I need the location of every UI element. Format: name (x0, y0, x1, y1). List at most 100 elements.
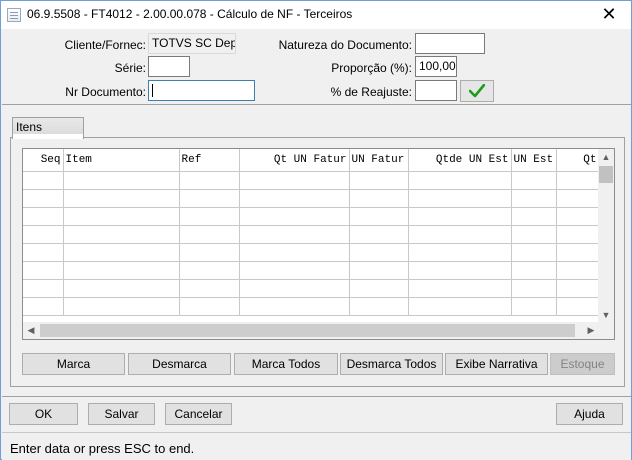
table-row[interactable] (23, 297, 600, 316)
table-cell[interactable] (556, 297, 600, 316)
scroll-left-icon[interactable]: ◀ (23, 322, 39, 339)
table-cell[interactable] (179, 225, 240, 244)
table-row[interactable] (23, 171, 600, 190)
table-row[interactable] (23, 207, 600, 226)
table-cell[interactable] (179, 261, 240, 280)
table-cell[interactable] (179, 171, 240, 190)
table-cell[interactable] (511, 225, 557, 244)
table-cell[interactable] (63, 279, 180, 298)
table-cell[interactable] (23, 189, 64, 208)
ok-button[interactable]: OK (9, 403, 78, 425)
table-cell[interactable] (349, 207, 409, 226)
table-cell[interactable] (239, 279, 350, 298)
table-row[interactable] (23, 243, 600, 262)
col-header-item[interactable]: Item (63, 149, 180, 172)
scroll-up-icon[interactable]: ▲ (598, 149, 614, 165)
table-row[interactable] (23, 261, 600, 280)
col-header-qt-un-fatur[interactable]: Qt UN Fatur (239, 149, 350, 172)
table-cell[interactable] (349, 297, 409, 316)
table-cell[interactable] (408, 243, 512, 262)
salvar-button[interactable]: Salvar (88, 403, 155, 425)
table-cell[interactable] (349, 243, 409, 262)
table-cell[interactable] (23, 207, 64, 226)
scroll-right-icon[interactable]: ▶ (583, 322, 599, 339)
table-cell[interactable] (408, 171, 512, 190)
table-cell[interactable] (408, 279, 512, 298)
table-cell[interactable] (349, 189, 409, 208)
table-cell[interactable] (511, 297, 557, 316)
table-cell[interactable] (179, 279, 240, 298)
table-cell[interactable] (408, 207, 512, 226)
table-cell[interactable] (349, 261, 409, 280)
table-cell[interactable] (556, 261, 600, 280)
table-cell[interactable] (239, 207, 350, 226)
table-row[interactable] (23, 279, 600, 298)
table-cell[interactable] (239, 189, 350, 208)
table-cell[interactable] (349, 279, 409, 298)
table-cell[interactable] (556, 207, 600, 226)
table-cell[interactable] (179, 297, 240, 316)
table-cell[interactable] (556, 225, 600, 244)
reajuste-field[interactable] (415, 80, 457, 101)
table-cell[interactable] (511, 243, 557, 262)
col-header-ref[interactable]: Ref (179, 149, 240, 172)
table-cell[interactable] (511, 261, 557, 280)
table-cell[interactable] (349, 171, 409, 190)
proporcao-field[interactable]: 100,00 (415, 56, 457, 77)
table-cell[interactable] (408, 261, 512, 280)
col-header-un-fatur[interactable]: UN Fatur (349, 149, 409, 172)
vertical-scrollbar[interactable]: ▲ ▼ (598, 149, 614, 323)
table-cell[interactable] (63, 171, 180, 190)
table-row[interactable] (23, 225, 600, 244)
close-icon[interactable]: ✕ (589, 1, 629, 29)
table-cell[interactable] (556, 171, 600, 190)
table-cell[interactable] (63, 189, 180, 208)
table-cell[interactable] (408, 225, 512, 244)
table-cell[interactable] (179, 207, 240, 226)
table-cell[interactable] (511, 279, 557, 298)
table-row[interactable] (23, 189, 600, 208)
table-cell[interactable] (239, 171, 350, 190)
serie-field[interactable] (148, 56, 190, 77)
table-cell[interactable] (63, 243, 180, 262)
table-cell[interactable] (511, 171, 557, 190)
table-cell[interactable] (239, 261, 350, 280)
table-cell[interactable] (239, 243, 350, 262)
table-cell[interactable] (23, 261, 64, 280)
table-cell[interactable] (511, 207, 557, 226)
marca-todos-button[interactable]: Marca Todos (234, 353, 338, 375)
col-header-un-est[interactable]: UN Est (511, 149, 557, 172)
tab-itens[interactable]: Itens (12, 117, 84, 139)
table-cell[interactable] (63, 261, 180, 280)
table-cell[interactable] (511, 189, 557, 208)
table-cell[interactable] (63, 207, 180, 226)
table-cell[interactable] (23, 243, 64, 262)
table-cell[interactable] (179, 189, 240, 208)
table-cell[interactable] (179, 243, 240, 262)
table-cell[interactable] (63, 225, 180, 244)
table-cell[interactable] (23, 279, 64, 298)
scroll-down-icon[interactable]: ▼ (598, 307, 614, 323)
cancelar-button[interactable]: Cancelar (165, 403, 232, 425)
table-cell[interactable] (23, 171, 64, 190)
nr-documento-field[interactable] (148, 80, 255, 101)
ajuda-button[interactable]: Ajuda (556, 403, 623, 425)
col-header-qtde-un-est[interactable]: Qtde UN Est (408, 149, 512, 172)
desmarca-todos-button[interactable]: Desmarca Todos (340, 353, 443, 375)
marca-button[interactable]: Marca (22, 353, 125, 375)
table-cell[interactable] (23, 225, 64, 244)
items-grid[interactable]: Seq Item Ref Qt UN Fatur UN Fatur Qtde U… (22, 148, 615, 340)
horizontal-scrollbar[interactable]: ◀ ▶ (23, 322, 599, 339)
table-cell[interactable] (349, 225, 409, 244)
desmarca-button[interactable]: Desmarca (128, 353, 231, 375)
table-cell[interactable] (556, 243, 600, 262)
table-cell[interactable] (556, 279, 600, 298)
col-header-seq[interactable]: Seq (23, 149, 64, 172)
table-cell[interactable] (23, 297, 64, 316)
table-cell[interactable] (239, 225, 350, 244)
natureza-field[interactable] (415, 33, 485, 54)
table-cell[interactable] (239, 297, 350, 316)
table-cell[interactable] (408, 189, 512, 208)
table-cell[interactable] (63, 297, 180, 316)
table-cell[interactable] (556, 189, 600, 208)
